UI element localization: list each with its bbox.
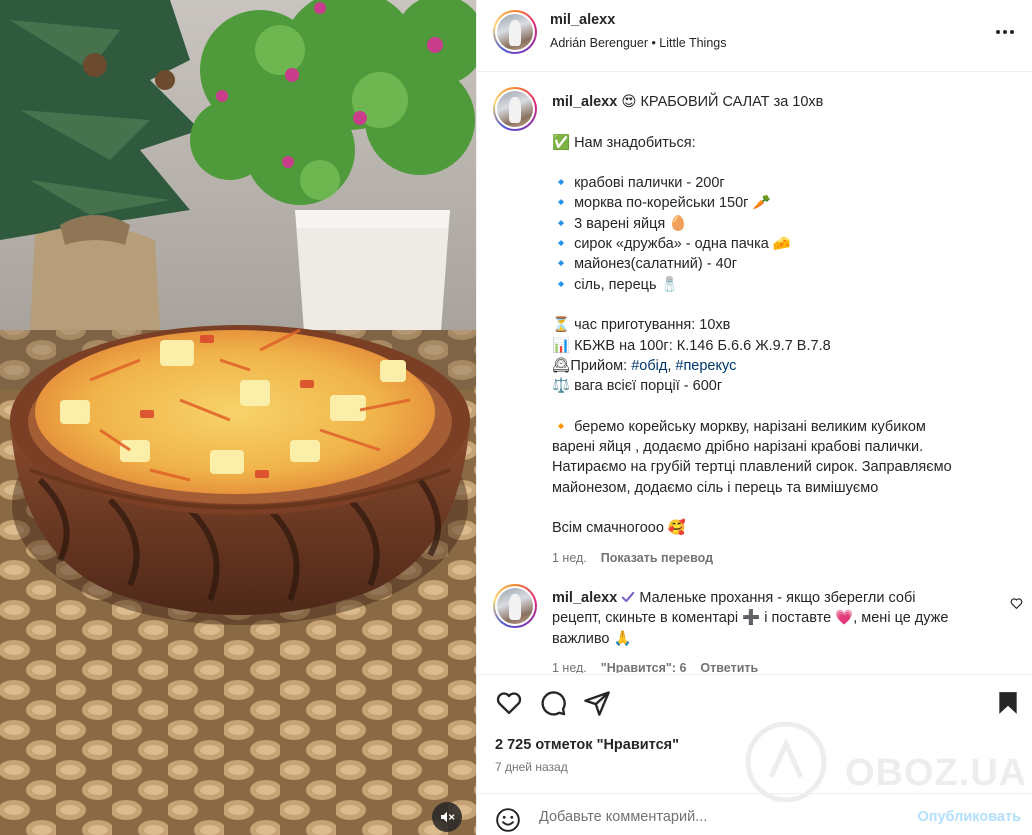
bookmark-icon[interactable] (995, 689, 1021, 717)
caption-line: варені яйця , додаємо дрібно нарізані кр… (552, 439, 924, 456)
caption-line: ⚖️ вага всієї порції - 600г (552, 378, 723, 395)
comment-avatar[interactable] (493, 584, 537, 628)
audio-track-link[interactable]: Adrián Berenguer • Little Things (550, 36, 726, 50)
meal-label: 🕰Прийом: (552, 357, 632, 374)
hashtag-link[interactable]: #обід (631, 358, 667, 374)
ingredient-line: 🔹 майонез(салатний) - 40г (552, 256, 738, 273)
comment-username[interactable]: mil_alexx (552, 590, 617, 606)
share-icon[interactable] (583, 689, 611, 717)
crab-salad-photo (0, 0, 476, 835)
ingredient-line: 🔹 сирок «дружба» - одна пачка 🧀 (552, 236, 791, 253)
caption-line: майонезом, додаємо сіль і перець та вимі… (552, 479, 879, 496)
author-avatar[interactable] (493, 10, 537, 54)
author-username[interactable]: mil_alexx (550, 12, 615, 28)
watermark-text: OBOZ.UA (845, 752, 1028, 794)
comment-likes[interactable]: "Нравится": 6 (601, 661, 687, 673)
comments-scroll-area[interactable]: mil_alexx 😍 КРАБОВИЙ САЛАТ за 10хв ✅ Нам… (477, 73, 1032, 673)
heart-icon[interactable] (495, 689, 523, 717)
emoji-icon[interactable] (495, 807, 521, 833)
caption-age: 1 нед. (552, 550, 587, 565)
translate-button[interactable]: Показать перевод (601, 551, 713, 565)
caption-line: 🔸 беремо корейську моркву, нарізані вели… (552, 418, 926, 435)
instagram-post: mil_alexx Adrián Berenguer • Little Thin… (0, 0, 1032, 835)
oboz-logo-icon (745, 721, 827, 803)
reply-button[interactable]: Ответить (700, 661, 758, 673)
post-header: mil_alexx Adrián Berenguer • Little Thin… (477, 0, 1032, 72)
caption-line: ⏳ час приготування: 10хв (552, 317, 731, 334)
comment-input[interactable] (539, 805, 919, 829)
comment-meta: 1 нед. "Нравится": 6 Ответить (552, 658, 992, 673)
caption-meal-line: 🕰Прийом: #обід, #перекус (552, 356, 992, 376)
ingredient-line: 🔹 морква по-корейськи 150г 🥕 (552, 195, 771, 212)
caption-username[interactable]: mil_alexx (552, 94, 617, 110)
caption-meta: 1 нед. Показать перевод (552, 548, 992, 568)
add-comment-bar: Опубликовать (477, 793, 1032, 835)
caption-line: Натираємо на грубій тертці плавлений сир… (552, 459, 952, 476)
checkmark-icon (622, 591, 635, 603)
post-details-panel: mil_alexx Adrián Berenguer • Little Thin… (476, 0, 1032, 835)
comment-text: Маленьке прохання - якщо зберегли собі (639, 590, 916, 606)
caption-avatar[interactable] (493, 87, 537, 131)
comment-body: mil_alexx Маленьке прохання - якщо збере… (552, 588, 992, 673)
comment-age: 1 нед. (552, 660, 587, 673)
caption-line: Всім смачногооо 🥰 (552, 520, 686, 537)
comment-icon[interactable] (539, 689, 567, 717)
ingredient-line: 🔹 3 варені яйця 🥚 (552, 215, 688, 232)
post-actions-bar (477, 674, 1032, 734)
likes-count[interactable]: 2 725 отметок "Нравится" (495, 737, 679, 753)
hashtag-link[interactable]: #перекус (675, 358, 736, 374)
comment-text: рецепт, скиньте в коментарі ➕ і поставте… (552, 610, 949, 627)
caption-line: ✅ Нам знадобиться: (552, 134, 696, 151)
caption: mil_alexx 😍 КРАБОВИЙ САЛАТ за 10хв ✅ Нам… (552, 92, 992, 568)
speaker-muted-icon (441, 811, 455, 823)
oboz-watermark: OBOZ.UA (741, 721, 1026, 803)
post-media[interactable] (0, 0, 476, 835)
mute-button[interactable] (432, 802, 462, 832)
post-time: 7 дней назад (495, 760, 568, 774)
publish-button[interactable]: Опубликовать (917, 809, 1021, 825)
comment-like-heart-icon[interactable] (1010, 597, 1023, 610)
more-options-icon[interactable] (993, 20, 1017, 44)
ingredient-line: 🔹 сіль, перець 🧂 (552, 276, 679, 293)
caption-title: 😍 КРАБОВИЙ САЛАТ за 10хв (621, 94, 824, 110)
caption-line: 📊 КБЖВ на 100г: К.146 Б.6.6 Ж.9.7 В.7.8 (552, 337, 831, 354)
comment-text: важливо 🙏 (552, 630, 632, 647)
ingredient-line: 🔹 крабові палички - 200г (552, 175, 725, 192)
